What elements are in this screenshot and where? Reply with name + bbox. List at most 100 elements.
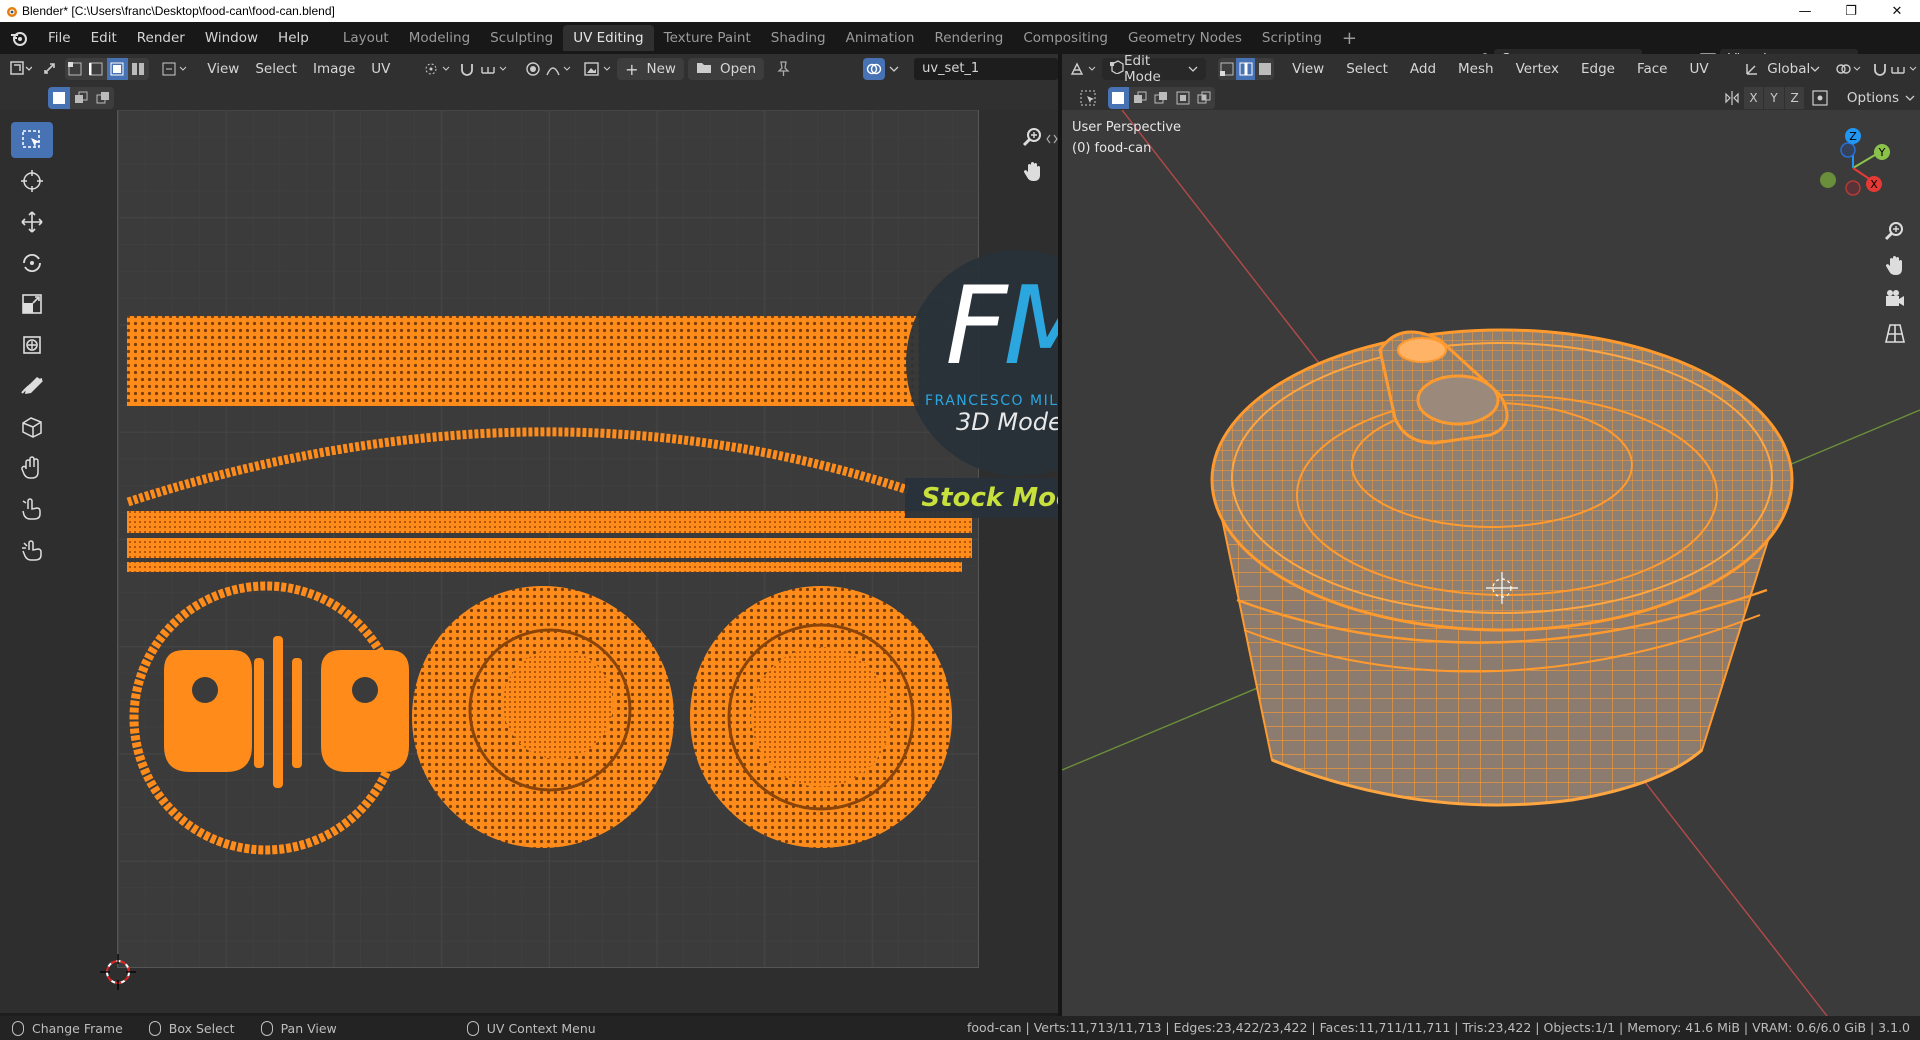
2d-cursor-icon[interactable] bbox=[98, 952, 138, 992]
island-select-icon[interactable] bbox=[128, 58, 149, 80]
region-toggle-icon[interactable] bbox=[1046, 124, 1058, 154]
close-icon[interactable]: ✕ bbox=[1874, 0, 1920, 22]
mesh-vertex-select-icon[interactable] bbox=[1218, 58, 1237, 80]
uv-menu-image[interactable]: Image bbox=[308, 58, 360, 80]
image-browse-icon[interactable] bbox=[583, 58, 615, 80]
zoom-icon[interactable] bbox=[1018, 122, 1048, 152]
vp-select-intersect-icon[interactable] bbox=[1194, 87, 1216, 109]
blender-menu-icon[interactable] bbox=[0, 22, 38, 54]
tab-geometry-nodes[interactable]: Geometry Nodes bbox=[1118, 25, 1252, 51]
relax-icon[interactable] bbox=[11, 491, 53, 527]
vp-zoom-icon[interactable] bbox=[1880, 216, 1910, 246]
uv-menu-view[interactable]: View bbox=[202, 58, 244, 80]
options-dropdown[interactable]: Options bbox=[1842, 87, 1920, 109]
proportional-edit-icon[interactable] bbox=[521, 58, 544, 80]
tab-rendering[interactable]: Rendering bbox=[924, 25, 1013, 51]
tab-layout[interactable]: Layout bbox=[333, 25, 399, 51]
vp-menu-vertex[interactable]: Vertex bbox=[1511, 58, 1564, 80]
orientation-dropdown[interactable]: Global bbox=[1762, 58, 1825, 80]
rotate-icon[interactable] bbox=[11, 245, 53, 281]
face-select-icon[interactable] bbox=[106, 58, 128, 80]
select-extend-icon[interactable] bbox=[70, 87, 92, 109]
uv-map-field[interactable]: uv_set_1 bbox=[914, 58, 1059, 80]
maximize-icon[interactable]: ❐ bbox=[1828, 0, 1874, 22]
menu-window[interactable]: Window bbox=[195, 22, 268, 54]
menu-help[interactable]: Help bbox=[268, 22, 319, 54]
mesh-edge-select-icon[interactable] bbox=[1236, 58, 1256, 80]
vp-menu-mesh[interactable]: Mesh bbox=[1453, 58, 1499, 80]
vp-snap-target-icon[interactable] bbox=[1890, 58, 1920, 80]
new-image-button[interactable]: + New bbox=[617, 58, 684, 80]
move-icon[interactable] bbox=[11, 204, 53, 240]
open-image-button[interactable]: Open bbox=[687, 58, 765, 80]
menu-file[interactable]: File bbox=[38, 22, 81, 54]
select-new-icon[interactable] bbox=[48, 87, 70, 109]
tab-modeling[interactable]: Modeling bbox=[399, 25, 480, 51]
select-box-icon[interactable] bbox=[11, 122, 53, 158]
pan-hand-icon[interactable] bbox=[1018, 156, 1048, 186]
tab-texture-paint[interactable]: Texture Paint bbox=[654, 25, 761, 51]
vp-menu-select[interactable]: Select bbox=[1341, 58, 1393, 80]
select-subtract-icon[interactable] bbox=[92, 87, 114, 109]
tab-animation[interactable]: Animation bbox=[836, 25, 925, 51]
scale-icon[interactable] bbox=[11, 286, 53, 322]
mesh-face-select-icon[interactable] bbox=[1255, 58, 1274, 80]
3d-viewport[interactable]: User Perspective (0) food-can Y Z X bbox=[1062, 110, 1920, 1016]
vp-select-invert-icon[interactable] bbox=[1172, 87, 1194, 109]
pin-icon[interactable] bbox=[772, 58, 795, 80]
editor-type-icon[interactable] bbox=[10, 58, 33, 80]
vp-select-new-icon[interactable] bbox=[1107, 87, 1130, 109]
snap-target-icon[interactable] bbox=[479, 58, 511, 80]
overlay-dropdown-icon[interactable] bbox=[885, 58, 902, 80]
tab-sculpting[interactable]: Sculpting bbox=[480, 25, 563, 51]
vp-menu-face[interactable]: Face bbox=[1632, 58, 1673, 80]
sticky-select-icon[interactable] bbox=[160, 58, 192, 80]
menu-edit[interactable]: Edit bbox=[81, 22, 127, 54]
pinch-icon[interactable] bbox=[11, 532, 53, 568]
uv-editor-area[interactable] bbox=[0, 110, 1058, 1013]
vp-menu-add[interactable]: Add bbox=[1405, 58, 1441, 80]
annotate-icon[interactable] bbox=[11, 368, 53, 404]
overlay-toggle-icon[interactable] bbox=[862, 58, 885, 80]
uv-canvas[interactable] bbox=[117, 110, 979, 968]
add-workspace-icon[interactable]: + bbox=[1332, 28, 1367, 49]
rip-icon[interactable] bbox=[11, 409, 53, 445]
vp-menu-edge[interactable]: Edge bbox=[1576, 58, 1620, 80]
vp-pan-hand-icon[interactable] bbox=[1880, 250, 1910, 280]
transform-orientation-icon[interactable] bbox=[1742, 58, 1763, 80]
vertex-select-icon[interactable] bbox=[65, 58, 86, 80]
vp-select-extend-icon[interactable] bbox=[1129, 87, 1151, 109]
camera-view-icon[interactable] bbox=[1880, 284, 1910, 314]
snap-icon[interactable] bbox=[456, 58, 479, 80]
pivot-icon[interactable] bbox=[1835, 58, 1865, 80]
axis-gizmo[interactable]: Y Z X bbox=[1808, 128, 1898, 208]
mirror-x-toggle[interactable]: X bbox=[1743, 87, 1764, 109]
uv-sync-icon[interactable] bbox=[39, 58, 62, 80]
mirror-z-toggle[interactable]: Z bbox=[1784, 87, 1805, 109]
transform-icon[interactable] bbox=[11, 327, 53, 363]
uv-menu-select[interactable]: Select bbox=[250, 58, 302, 80]
edge-select-icon[interactable] bbox=[86, 58, 107, 80]
mode-dropdown[interactable]: Edit Mode bbox=[1102, 53, 1206, 85]
vp-menu-view[interactable]: View bbox=[1287, 58, 1329, 80]
grab-icon[interactable] bbox=[11, 450, 53, 486]
vp-menu-uv[interactable]: UV bbox=[1684, 58, 1713, 80]
tab-uv-editing[interactable]: UV Editing bbox=[563, 25, 654, 51]
viewport-editor-type-icon[interactable] bbox=[1070, 58, 1100, 80]
mirror-y-toggle[interactable]: Y bbox=[1764, 87, 1784, 109]
menu-render[interactable]: Render bbox=[127, 22, 195, 54]
tab-shading[interactable]: Shading bbox=[761, 25, 836, 51]
vp-select-tool-icon[interactable] bbox=[1076, 87, 1100, 109]
mesh-options-icon[interactable] bbox=[1808, 87, 1832, 109]
uv-menu-uv[interactable]: UV bbox=[366, 58, 395, 80]
vp-snap-icon[interactable] bbox=[1869, 58, 1890, 80]
vp-select-subtract-icon[interactable] bbox=[1151, 87, 1173, 109]
falloff-icon[interactable] bbox=[544, 58, 575, 80]
minimize-icon[interactable]: — bbox=[1782, 0, 1828, 22]
tab-scripting[interactable]: Scripting bbox=[1252, 25, 1332, 51]
mirror-icon[interactable] bbox=[1720, 87, 1744, 109]
perspective-toggle-icon[interactable] bbox=[1880, 318, 1910, 348]
cursor-icon[interactable] bbox=[11, 163, 53, 199]
tab-compositing[interactable]: Compositing bbox=[1013, 25, 1118, 51]
pivot-point-icon[interactable] bbox=[421, 58, 453, 80]
